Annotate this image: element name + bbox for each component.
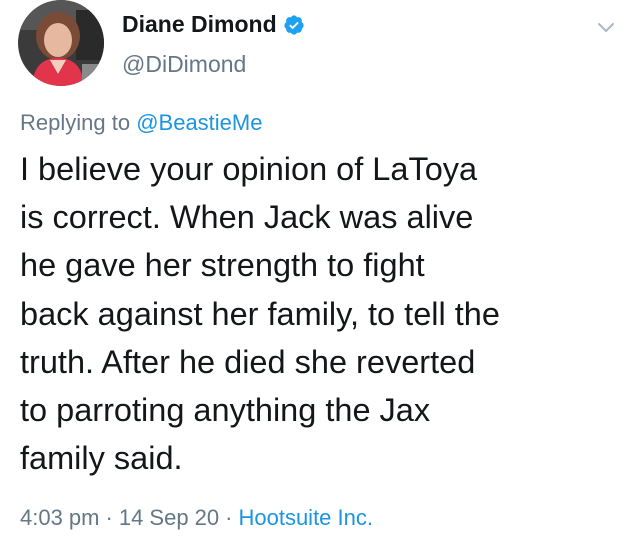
display-name-text[interactable]: Diane Dimond	[122, 11, 277, 37]
tweet-meta: 4:03 pm · 14 Sep 20 · Hootsuite Inc.	[20, 504, 373, 532]
tweet-text-line: I believe your opinion of LaToya	[20, 151, 478, 187]
tweet-time[interactable]: 4:03 pm	[20, 505, 100, 530]
tweet-text-line: family said.	[20, 440, 183, 477]
tweet-date[interactable]: 14 Sep 20	[119, 505, 219, 530]
verified-badge-icon	[284, 15, 304, 35]
chevron-down-icon[interactable]	[596, 20, 616, 34]
tweet-text-line: is correct. When Jack was alive	[20, 199, 474, 236]
reply-target-handle[interactable]: @BeastieMe	[136, 110, 262, 135]
tweet-source-link[interactable]: Hootsuite Inc.	[238, 505, 373, 530]
avatar[interactable]	[18, 0, 104, 86]
author-handle[interactable]: @DiDimond	[122, 50, 246, 78]
meta-separator: ·	[225, 505, 233, 530]
tweet-text: I believe your opinion of LaToya is corr…	[20, 145, 630, 482]
replying-to: Replying to @BeastieMe	[20, 109, 262, 137]
replying-to-prefix: Replying to	[20, 110, 131, 135]
tweet: Diane Dimond @DiDimond Replying to @Beas…	[0, 0, 640, 550]
author-display-name[interactable]: Diane Dimond	[122, 10, 305, 38]
tweet-text-line: truth. After he died she reverted	[20, 343, 476, 380]
tweet-text-line: back against her family, to tell the	[20, 295, 500, 332]
meta-separator: ·	[105, 505, 113, 530]
tweet-text-line: to parroting anything the Jax	[20, 392, 431, 429]
tweet-text-line: he gave her strength to fight	[20, 247, 425, 284]
